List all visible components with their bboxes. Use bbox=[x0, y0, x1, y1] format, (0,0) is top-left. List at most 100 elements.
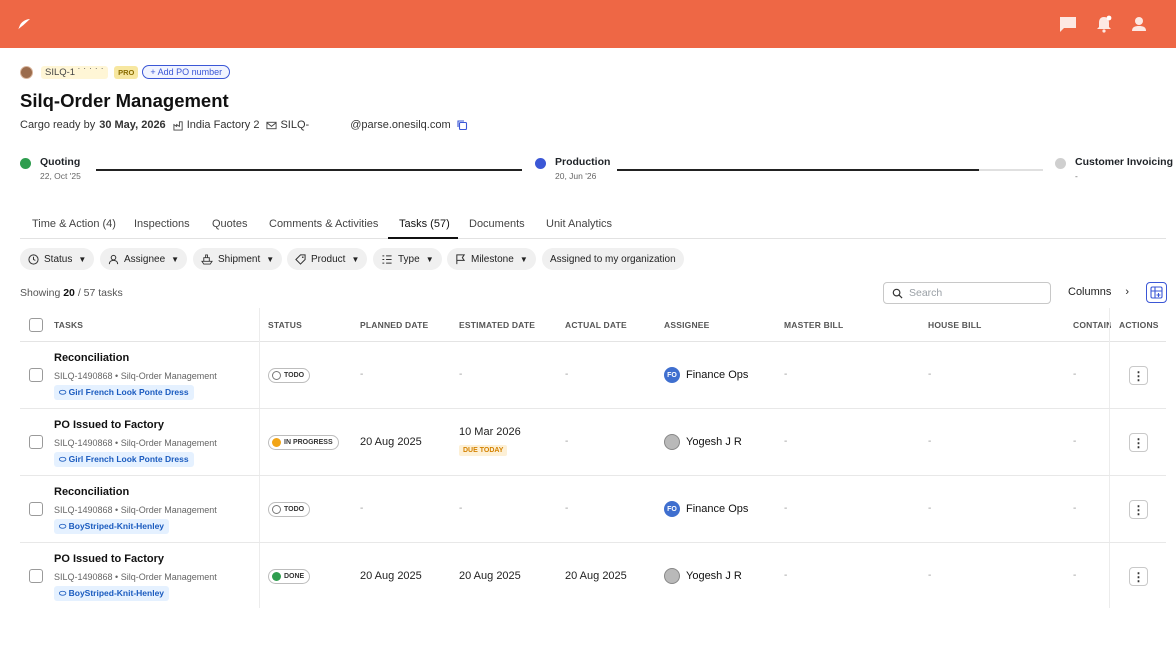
column-header-status[interactable]: STATUS bbox=[268, 320, 302, 330]
assignee[interactable]: Yogesh J R bbox=[664, 434, 742, 450]
tab-quotes[interactable]: Quotes bbox=[212, 218, 247, 230]
task-title[interactable]: Reconciliation bbox=[54, 352, 129, 364]
product-tag[interactable]: ⬭ Girl French Look Ponte Dress bbox=[54, 385, 194, 400]
order-header: SILQ-1 ˙ ˙ ˙ ˙ ˙ PRO + Add PO number Sil… bbox=[20, 64, 1160, 131]
tab-unit-analytics[interactable]: Unit Analytics bbox=[546, 218, 612, 230]
task-subtitle: SILQ-1490868 • Silq-Order Management bbox=[54, 371, 217, 381]
search-input[interactable] bbox=[909, 287, 1039, 299]
list-icon bbox=[382, 254, 392, 264]
column-header-contain[interactable]: CONTAIN bbox=[1073, 320, 1111, 330]
filter-status[interactable]: Status ▼ bbox=[20, 248, 95, 270]
table-row[interactable]: PO Issued to Factory SILQ-1490868 • Silq… bbox=[20, 543, 1166, 608]
flag-icon bbox=[456, 253, 466, 264]
planned-date: 20 Aug 2025 bbox=[360, 436, 422, 448]
column-header-planned-date[interactable]: PLANNED DATE bbox=[360, 320, 428, 330]
filter-assignee[interactable]: Assignee ▼ bbox=[100, 248, 188, 270]
filter-assigned-to-my-organization[interactable]: Assigned to my organization bbox=[542, 248, 684, 270]
chat-icon[interactable] bbox=[1058, 14, 1078, 34]
actual-date: - bbox=[565, 369, 569, 380]
user-icon[interactable] bbox=[1129, 14, 1149, 34]
tasks-table: TASKS STATUS PLANNED DATE ESTIMATED DATE… bbox=[20, 308, 1166, 608]
filter-milestone[interactable]: Milestone ▼ bbox=[447, 248, 536, 270]
search-box[interactable] bbox=[883, 282, 1051, 304]
planned-date: 20 Aug 2025 bbox=[360, 570, 422, 582]
task-title[interactable]: Reconciliation bbox=[54, 486, 129, 498]
assignee-name: Yogesh J R bbox=[686, 436, 742, 448]
check-circle-icon bbox=[20, 158, 31, 169]
task-title[interactable]: PO Issued to Factory bbox=[54, 419, 164, 431]
tab-time-action[interactable]: Time & Action (4) bbox=[32, 218, 116, 230]
tab-documents[interactable]: Documents bbox=[469, 218, 525, 230]
estimated-date: 20 Aug 2025 bbox=[459, 570, 521, 582]
select-all-checkbox[interactable] bbox=[29, 318, 43, 332]
row-actions-menu-icon[interactable]: ⋮ bbox=[1129, 567, 1148, 586]
email-prefix: SILQ- bbox=[280, 119, 310, 131]
showing-count: 20 bbox=[63, 287, 75, 299]
tab-inspections[interactable]: Inspections bbox=[134, 218, 190, 230]
order-breadcrumb: SILQ-1 ˙ ˙ ˙ ˙ ˙ PRO + Add PO number bbox=[20, 64, 1160, 80]
actual-date: 20 Aug 2025 bbox=[565, 570, 627, 582]
estimated-date: 10 Mar 2026 bbox=[459, 426, 521, 438]
status-label: TODO bbox=[284, 372, 305, 379]
column-header-actual-date[interactable]: ACTUAL DATE bbox=[565, 320, 627, 330]
column-header-estimated-date[interactable]: ESTIMATED DATE bbox=[459, 320, 535, 330]
task-title[interactable]: PO Issued to Factory bbox=[54, 553, 164, 565]
milestone-date: 20, Jun '26 bbox=[555, 171, 597, 181]
table-row[interactable]: PO Issued to Factory SILQ-1490868 • Silq… bbox=[20, 409, 1166, 476]
status-badge[interactable]: TODO bbox=[268, 502, 311, 517]
product-tag[interactable]: ⬭ Girl French Look Ponte Dress bbox=[54, 452, 194, 467]
filter-product[interactable]: Product ▼ bbox=[287, 248, 368, 270]
tab-comments-activities[interactable]: Comments & Activities bbox=[269, 218, 378, 230]
table-row[interactable]: Reconciliation SILQ-1490868 • Silq-Order… bbox=[20, 476, 1166, 543]
filter-type[interactable]: Type ▼ bbox=[373, 248, 442, 270]
milestone-progress-fill bbox=[617, 169, 980, 171]
in-progress-icon bbox=[272, 438, 281, 447]
row-actions-menu-icon[interactable]: ⋮ bbox=[1129, 500, 1148, 519]
master-bill: - bbox=[784, 436, 788, 447]
status-badge[interactable]: TODO bbox=[268, 368, 311, 383]
done-check-icon bbox=[272, 572, 281, 581]
product-tag[interactable]: ⬭ BoyStriped-Knit-Henley bbox=[54, 586, 170, 601]
master-bill: - bbox=[784, 503, 788, 514]
row-checkbox[interactable] bbox=[29, 502, 43, 516]
assignee[interactable]: FO Finance Ops bbox=[664, 367, 748, 383]
row-checkbox[interactable] bbox=[29, 435, 43, 449]
task-subtitle: SILQ-1490868 • Silq-Order Management bbox=[54, 438, 217, 448]
ship-icon bbox=[201, 253, 213, 265]
container: - bbox=[1073, 570, 1077, 581]
column-header-assignee[interactable]: ASSIGNEE bbox=[664, 320, 710, 330]
assignee[interactable]: FO Finance Ops bbox=[664, 501, 748, 517]
assignee[interactable]: Yogesh J R bbox=[664, 568, 742, 584]
notification-bell-icon[interactable] bbox=[1094, 14, 1114, 34]
tag-icon bbox=[295, 253, 306, 265]
column-header-tasks[interactable]: TASKS bbox=[54, 320, 83, 330]
chevron-down-icon: ▼ bbox=[78, 254, 87, 264]
milestone-date: - bbox=[1075, 171, 1078, 181]
column-header-house-bill[interactable]: HOUSE BILL bbox=[928, 320, 981, 330]
table-header: TASKS STATUS PLANNED DATE ESTIMATED DATE… bbox=[20, 308, 1166, 342]
row-checkbox[interactable] bbox=[29, 569, 43, 583]
row-actions-menu-icon[interactable]: ⋮ bbox=[1129, 433, 1148, 452]
product-tag[interactable]: ⬭ BoyStriped-Knit-Henley bbox=[54, 519, 170, 534]
table-row[interactable]: Reconciliation SILQ-1490868 • Silq-Order… bbox=[20, 342, 1166, 409]
planned-date: - bbox=[360, 503, 364, 514]
tab-bar: Time & Action (4) Inspections Quotes Com… bbox=[20, 212, 1166, 239]
feather-logo-icon[interactable] bbox=[16, 16, 32, 32]
table-layout-button[interactable] bbox=[1146, 282, 1167, 303]
filter-shipment[interactable]: Shipment ▼ bbox=[193, 248, 283, 270]
milestone-tracker: Quoting 22, Oct '25 Production 20, Jun '… bbox=[20, 156, 1173, 186]
copy-icon[interactable] bbox=[456, 119, 468, 131]
house-bill: - bbox=[928, 436, 932, 447]
status-badge[interactable]: DONE bbox=[268, 569, 311, 584]
column-header-master-bill[interactable]: MASTER BILL bbox=[784, 320, 843, 330]
row-actions-menu-icon[interactable]: ⋮ bbox=[1129, 366, 1148, 385]
email-domain: @parse.onesilq.com bbox=[350, 119, 451, 131]
container: - bbox=[1073, 369, 1077, 380]
columns-button[interactable]: Columns › bbox=[1068, 286, 1129, 298]
tab-tasks[interactable]: Tasks (57) bbox=[399, 218, 450, 230]
avatar: FO bbox=[664, 501, 680, 517]
row-checkbox[interactable] bbox=[29, 368, 43, 382]
master-bill: - bbox=[784, 570, 788, 581]
status-badge[interactable]: IN PROGRESS bbox=[268, 435, 339, 450]
add-po-number-button[interactable]: + Add PO number bbox=[142, 65, 231, 79]
